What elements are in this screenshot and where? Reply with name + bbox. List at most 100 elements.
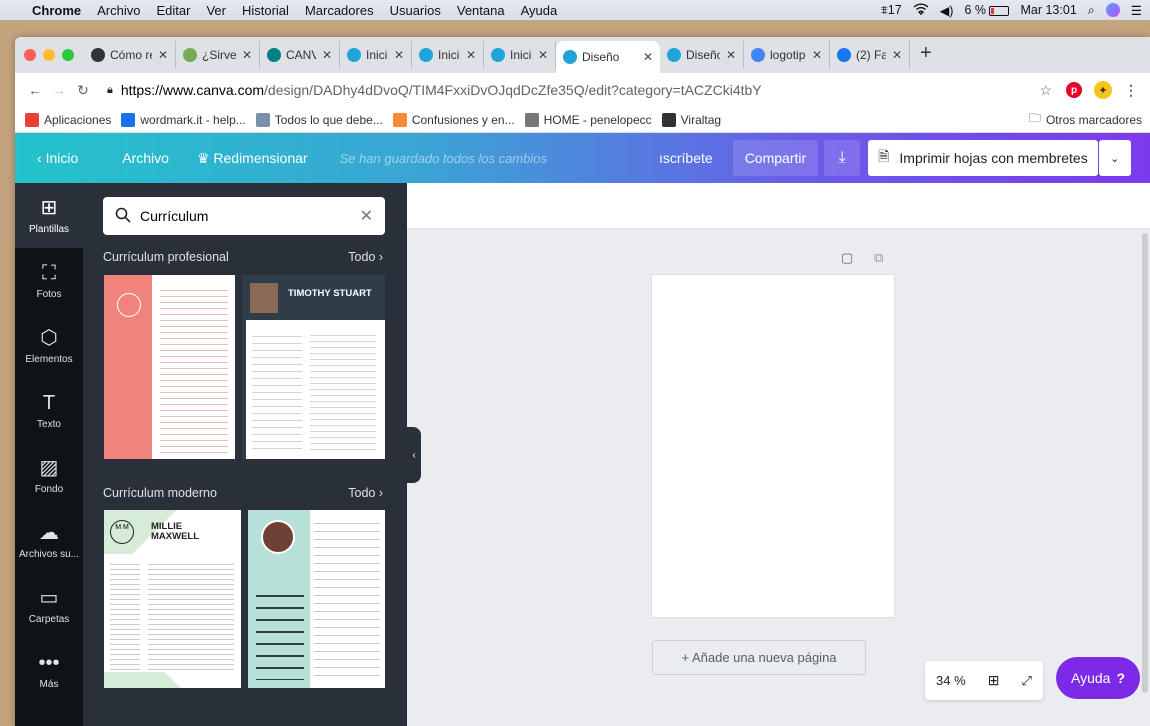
- rail-item-uploads[interactable]: ☁ Archivos su...: [15, 508, 83, 573]
- template-search-input[interactable]: [140, 208, 360, 224]
- search-icon: [115, 207, 131, 226]
- tab-6[interactable]: Inicio - (✕: [484, 41, 556, 69]
- menu-archivo[interactable]: Archivo: [97, 3, 140, 18]
- tab-1[interactable]: Cómo re ✕: [84, 41, 176, 69]
- duplicate-page-icon[interactable]: ⧉: [874, 250, 883, 266]
- rail-item-photos[interactable]: ⛶ Fotos: [15, 248, 83, 313]
- zoom-window-button[interactable]: [62, 49, 74, 61]
- bookmark-label: Viraltag: [680, 112, 722, 127]
- subscribe-button[interactable]: ıscríbete: [647, 150, 725, 166]
- extension-bulb-icon[interactable]: ✦: [1094, 81, 1112, 99]
- canva-flag-icon: [267, 48, 281, 62]
- zoom-level[interactable]: 34 %: [936, 673, 966, 688]
- close-tab-icon[interactable]: ✕: [726, 48, 736, 62]
- tab-10[interactable]: (2) Face ✕: [830, 41, 910, 69]
- help-button[interactable]: Ayuda ?: [1056, 657, 1140, 699]
- back-button[interactable]: ←: [23, 82, 47, 98]
- canvas-scrollbar[interactable]: [1142, 233, 1148, 693]
- close-tab-icon[interactable]: ✕: [538, 48, 548, 62]
- new-tab-button[interactable]: +: [920, 42, 932, 65]
- print-button[interactable]: 🗎︎ Imprimir hojas con membretes: [868, 140, 1098, 176]
- design-page[interactable]: [652, 275, 894, 617]
- menu-editar[interactable]: Editar: [156, 3, 190, 18]
- tab-4[interactable]: Inicio - (✕: [340, 41, 412, 69]
- tab-7[interactable]: Diseño ✕: [556, 41, 660, 73]
- clock[interactable]: Mar 13:01: [1020, 3, 1076, 17]
- file-menu-button[interactable]: Archivo: [110, 150, 181, 166]
- rail-item-templates[interactable]: ⊞ Plantillas: [15, 183, 83, 248]
- rail-item-more[interactable]: ••• Más: [15, 638, 83, 703]
- clear-search-icon[interactable]: ✕: [360, 206, 373, 226]
- see-all-modern-link[interactable]: Todo ›: [348, 486, 383, 500]
- battery-status[interactable]: 6 %: [964, 3, 1010, 17]
- url-field[interactable]: 🔒︎ https://www.canva.com/design/DADhy4dD…: [107, 76, 1039, 104]
- bookmark-item-6[interactable]: Viraltag: [661, 112, 722, 127]
- grid-view-icon[interactable]: ⊞: [988, 672, 1000, 689]
- tab-8[interactable]: Diseño ✕: [660, 41, 744, 69]
- template-card-millie-maxwell[interactable]: M M MILLIE MAXWELL: [104, 510, 241, 688]
- close-tab-icon[interactable]: ✕: [242, 48, 252, 62]
- add-page-button[interactable]: + Añade una nueva página: [652, 640, 866, 675]
- template-card-teal[interactable]: [248, 510, 385, 688]
- tab-9[interactable]: logotipo ✕: [744, 41, 830, 69]
- download-icon[interactable]: ⤓: [824, 140, 861, 176]
- forward-button[interactable]: →: [47, 82, 71, 98]
- close-tab-icon[interactable]: ✕: [643, 50, 653, 64]
- spotlight-search-icon[interactable]: ⌕: [1088, 3, 1095, 18]
- close-tab-icon[interactable]: ✕: [322, 48, 332, 62]
- close-tab-icon[interactable]: ✕: [892, 48, 902, 62]
- fullscreen-icon[interactable]: ⤢: [1022, 673, 1032, 689]
- print-options-chevron-icon[interactable]: ⌄: [1098, 140, 1131, 176]
- add-note-icon[interactable]: ▢: [841, 250, 853, 266]
- menu-ver[interactable]: Ver: [206, 3, 226, 18]
- minimize-window-button[interactable]: [43, 49, 55, 61]
- bookmark-item-1[interactable]: Aplicaciones: [25, 112, 111, 127]
- menu-usuarios[interactable]: Usuarios: [390, 3, 441, 18]
- wifi-icon[interactable]: [913, 2, 929, 18]
- volume-icon[interactable]: ◀): [940, 3, 954, 18]
- viraltag-icon: [661, 112, 676, 127]
- close-tab-icon[interactable]: ✕: [812, 48, 822, 62]
- bookmark-item-5[interactable]: HOME - penelopecc: [524, 112, 652, 127]
- close-window-button[interactable]: [24, 49, 36, 61]
- resize-button[interactable]: ♛ Redimensionar: [185, 150, 320, 167]
- bookmark-star-icon[interactable]: ☆: [1039, 82, 1052, 99]
- close-tab-icon[interactable]: ✕: [158, 48, 168, 62]
- adobe-status[interactable]: ⩨17: [881, 3, 902, 18]
- template-card-coral[interactable]: [104, 275, 235, 459]
- share-button[interactable]: Compartir: [732, 140, 819, 176]
- rail-item-folders[interactable]: ▭ Carpetas: [15, 573, 83, 638]
- tab-5[interactable]: Inicio - ( ✕: [412, 41, 484, 69]
- rail-label: Fotos: [36, 289, 62, 300]
- menu-historial[interactable]: Historial: [242, 3, 289, 18]
- collapse-panel-button[interactable]: ‹: [407, 427, 421, 483]
- bookmark-item-2[interactable]: wordmark.it - help...: [121, 112, 246, 127]
- tab-title: Inicio - (: [438, 48, 460, 62]
- see-all-professional-link[interactable]: Todo ›: [348, 250, 383, 264]
- close-tab-icon[interactable]: ✕: [394, 48, 404, 62]
- menu-ayuda[interactable]: Ayuda: [521, 3, 558, 18]
- home-button[interactable]: ‹ Inicio: [15, 150, 90, 166]
- siri-icon[interactable]: [1105, 3, 1120, 17]
- menu-app-chrome[interactable]: Chrome: [32, 3, 81, 18]
- pinterest-extension-icon[interactable]: p: [1066, 82, 1082, 98]
- bookmark-item-3[interactable]: Todos lo que debe...: [255, 112, 383, 127]
- reload-button[interactable]: ↻: [71, 82, 95, 99]
- elements-icon: ⬡: [40, 327, 58, 349]
- menu-ventana[interactable]: Ventana: [457, 3, 505, 18]
- tab-2[interactable]: ¿Sirve L ✕: [176, 41, 260, 69]
- close-tab-icon[interactable]: ✕: [466, 48, 476, 62]
- rail-label: Texto: [37, 419, 61, 430]
- chrome-menu-icon[interactable]: ⋮: [1124, 82, 1138, 99]
- other-bookmarks[interactable]: 🗀︎ Otros marcadores: [1029, 109, 1142, 130]
- window-controls: [15, 49, 84, 73]
- control-center-icon[interactable]: ☰: [1131, 3, 1142, 18]
- bookmark-item-4[interactable]: Confusiones y en...: [392, 112, 515, 127]
- menu-marcadores[interactable]: Marcadores: [305, 3, 374, 18]
- rail-item-elements[interactable]: ⬡ Elementos: [15, 313, 83, 378]
- facebook-icon: [837, 48, 851, 62]
- rail-item-text[interactable]: T Texto: [15, 378, 83, 443]
- template-card-timothy-stuart[interactable]: TIMOTHY STUART: [242, 275, 385, 459]
- rail-item-background[interactable]: ▨ Fondo: [15, 443, 83, 508]
- tab-3[interactable]: CANVA ✕: [260, 41, 340, 69]
